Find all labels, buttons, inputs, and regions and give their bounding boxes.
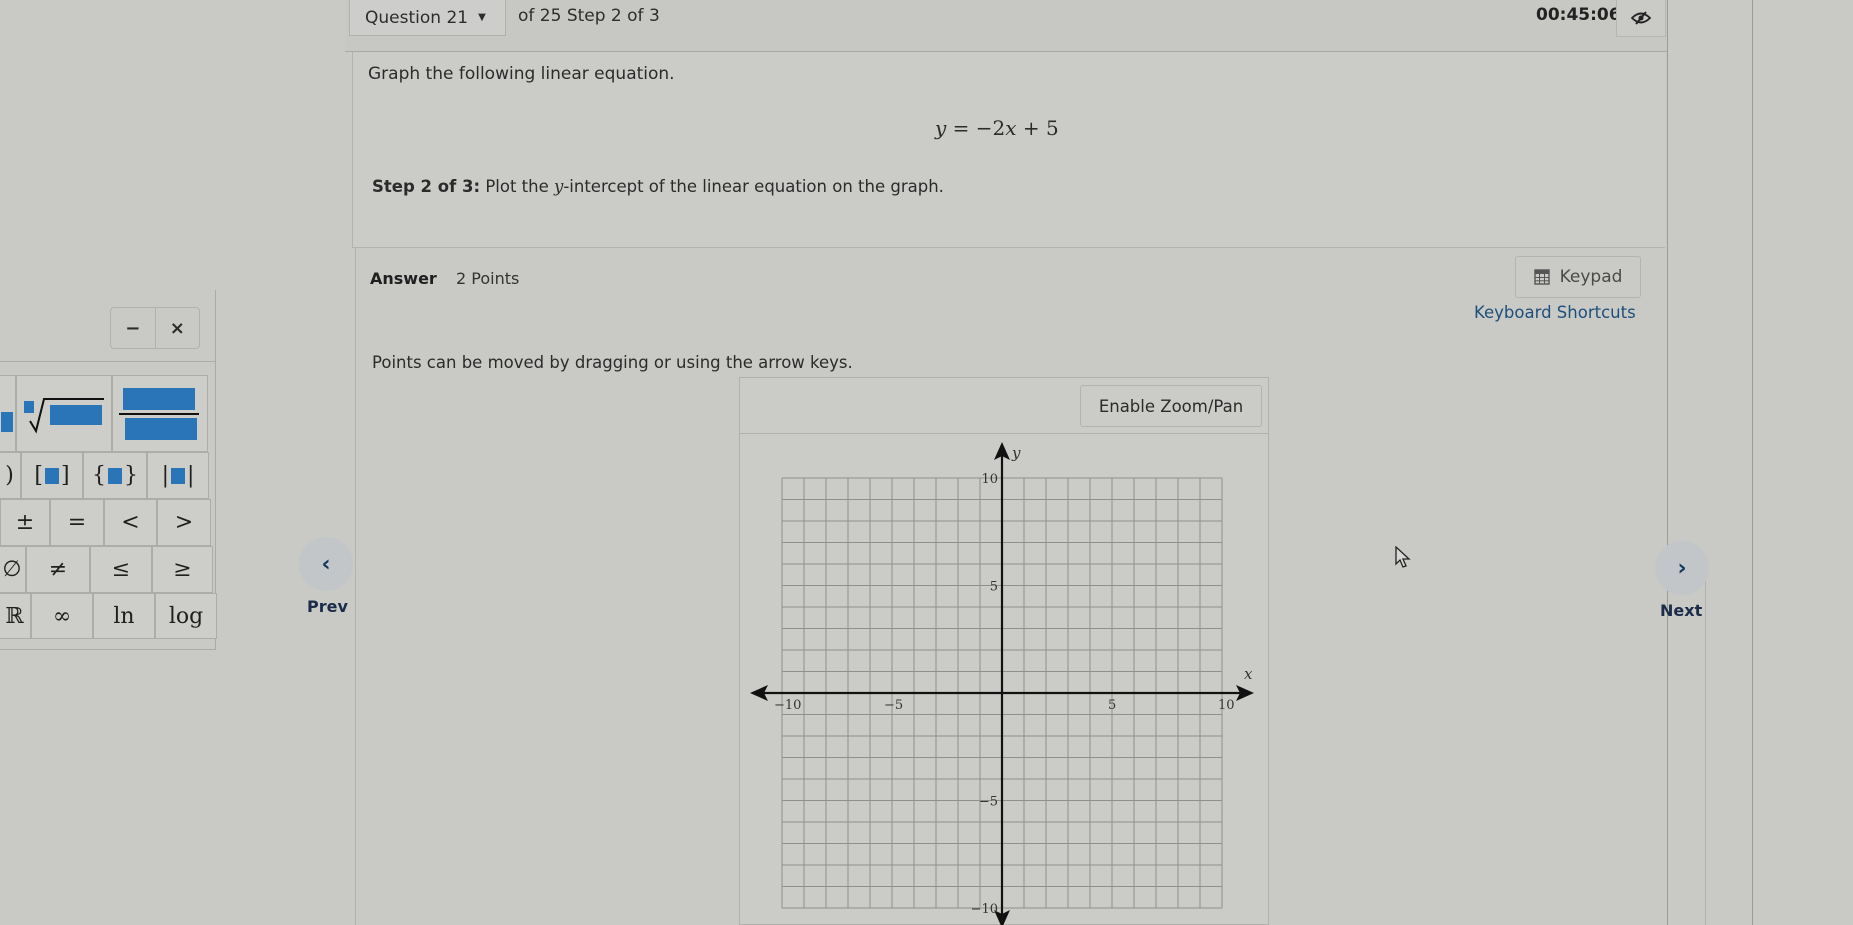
- keypad-button-label: Keypad: [1559, 267, 1623, 287]
- step-progress-text: of 25 Step 2 of 3: [518, 6, 660, 26]
- hide-timer-button[interactable]: [1616, 0, 1666, 37]
- question-selector[interactable]: Question 21 ▼: [349, 0, 506, 36]
- mouse-cursor-icon: [1395, 546, 1411, 568]
- kp-key-template-partial[interactable]: [0, 375, 16, 452]
- keypad-divider: [0, 361, 216, 362]
- x-tick-label: −5: [884, 698, 903, 713]
- kp-key-equals[interactable]: =: [50, 499, 104, 546]
- enable-zoom-pan-button[interactable]: Enable Zoom/Pan: [1080, 385, 1262, 427]
- timer: 00:45:06: [1536, 5, 1621, 25]
- prev-button[interactable]: ‹: [299, 537, 353, 591]
- kp-key-greater-equal[interactable]: ≥: [152, 546, 213, 593]
- close-keypad-button[interactable]: ×: [154, 308, 200, 348]
- nth-root-icon: [24, 397, 104, 434]
- frame-line: [1752, 0, 1753, 925]
- kp-key-curly-braces[interactable]: {}: [83, 452, 147, 499]
- keypad-window-controls: − ×: [110, 307, 200, 349]
- keyboard-shortcuts-link[interactable]: Keyboard Shortcuts: [1474, 303, 1636, 322]
- equation-mid: = −2: [946, 116, 1006, 140]
- next-label[interactable]: Next: [1660, 601, 1702, 620]
- frame-line: [1667, 0, 1668, 925]
- caret-down-icon: ▼: [478, 12, 486, 23]
- x-tick-label: 10: [1218, 698, 1235, 713]
- y-tick-label: −5: [979, 795, 998, 810]
- step-text-post: -intercept of the linear equation on the…: [563, 177, 944, 196]
- question-prompt: Graph the following linear equation.: [368, 64, 675, 84]
- kp-key-ln[interactable]: ln: [93, 593, 155, 639]
- kp-key-nth-root[interactable]: [16, 375, 112, 452]
- kp-key-less-than[interactable]: <: [104, 499, 157, 546]
- fraction-icon: [119, 387, 199, 440]
- y-tick-label: 10: [981, 472, 998, 487]
- minimize-keypad-button[interactable]: −: [111, 308, 155, 348]
- kp-key-fraction[interactable]: [112, 375, 208, 452]
- equation-lhs: y: [935, 116, 947, 140]
- keypad-button[interactable]: Keypad: [1515, 256, 1641, 298]
- y-tick-label: −10: [971, 902, 998, 917]
- tick-labels: x y −10 −5 5 10 10 5 −5 −10: [774, 444, 1253, 917]
- x-tick-label: 5: [1108, 698, 1116, 713]
- y-tick-label: 5: [990, 580, 998, 595]
- kp-key-infinity[interactable]: ∞: [31, 593, 93, 639]
- kp-key-log[interactable]: log: [155, 593, 217, 639]
- next-button[interactable]: ›: [1655, 541, 1709, 595]
- x-tick-label: −10: [774, 698, 801, 713]
- step-text-pre: Plot the: [480, 177, 555, 196]
- coordinate-graph[interactable]: x y −10 −5 5 10 10 5 −5 −10: [740, 434, 1268, 925]
- kp-key-less-equal[interactable]: ≤: [90, 546, 152, 593]
- step-text-var: y: [554, 177, 564, 196]
- chevron-right-icon: ›: [1677, 555, 1687, 581]
- kp-key-greater-than[interactable]: >: [157, 499, 211, 546]
- calculator-icon: [1533, 269, 1550, 285]
- equation-rest: + 5: [1016, 116, 1059, 140]
- frame-line: [1705, 560, 1706, 925]
- kp-key-real-numbers[interactable]: ℝ: [0, 593, 31, 639]
- kp-key-absolute-value[interactable]: | |: [147, 452, 209, 499]
- y-axis-label: y: [1011, 444, 1021, 462]
- equation: y = −2x + 5: [935, 116, 1059, 140]
- points-label: 2 Points: [456, 269, 520, 288]
- kp-key-partial-left[interactable]: ∅: [0, 546, 26, 593]
- eye-slash-icon: [1631, 11, 1651, 25]
- answer-label: Answer: [370, 269, 437, 288]
- question-selector-label: Question 21: [365, 7, 469, 28]
- x-axis-label: x: [1244, 665, 1253, 683]
- prev-label[interactable]: Prev: [307, 597, 348, 616]
- drag-instructions: Points can be moved by dragging or using…: [372, 353, 853, 372]
- chevron-left-icon: ‹: [321, 551, 331, 577]
- step-instruction: Step 2 of 3: Plot the y-intercept of the…: [372, 177, 944, 196]
- kp-key-not-equal[interactable]: ≠: [26, 546, 90, 593]
- step-label: Step 2 of 3:: [372, 177, 481, 196]
- kp-key-plus-minus[interactable]: ±: [0, 499, 50, 546]
- kp-key-square-brackets[interactable]: []: [21, 452, 83, 499]
- kp-key-parentheses[interactable]: ): [0, 452, 21, 499]
- equation-var: x: [1005, 116, 1017, 140]
